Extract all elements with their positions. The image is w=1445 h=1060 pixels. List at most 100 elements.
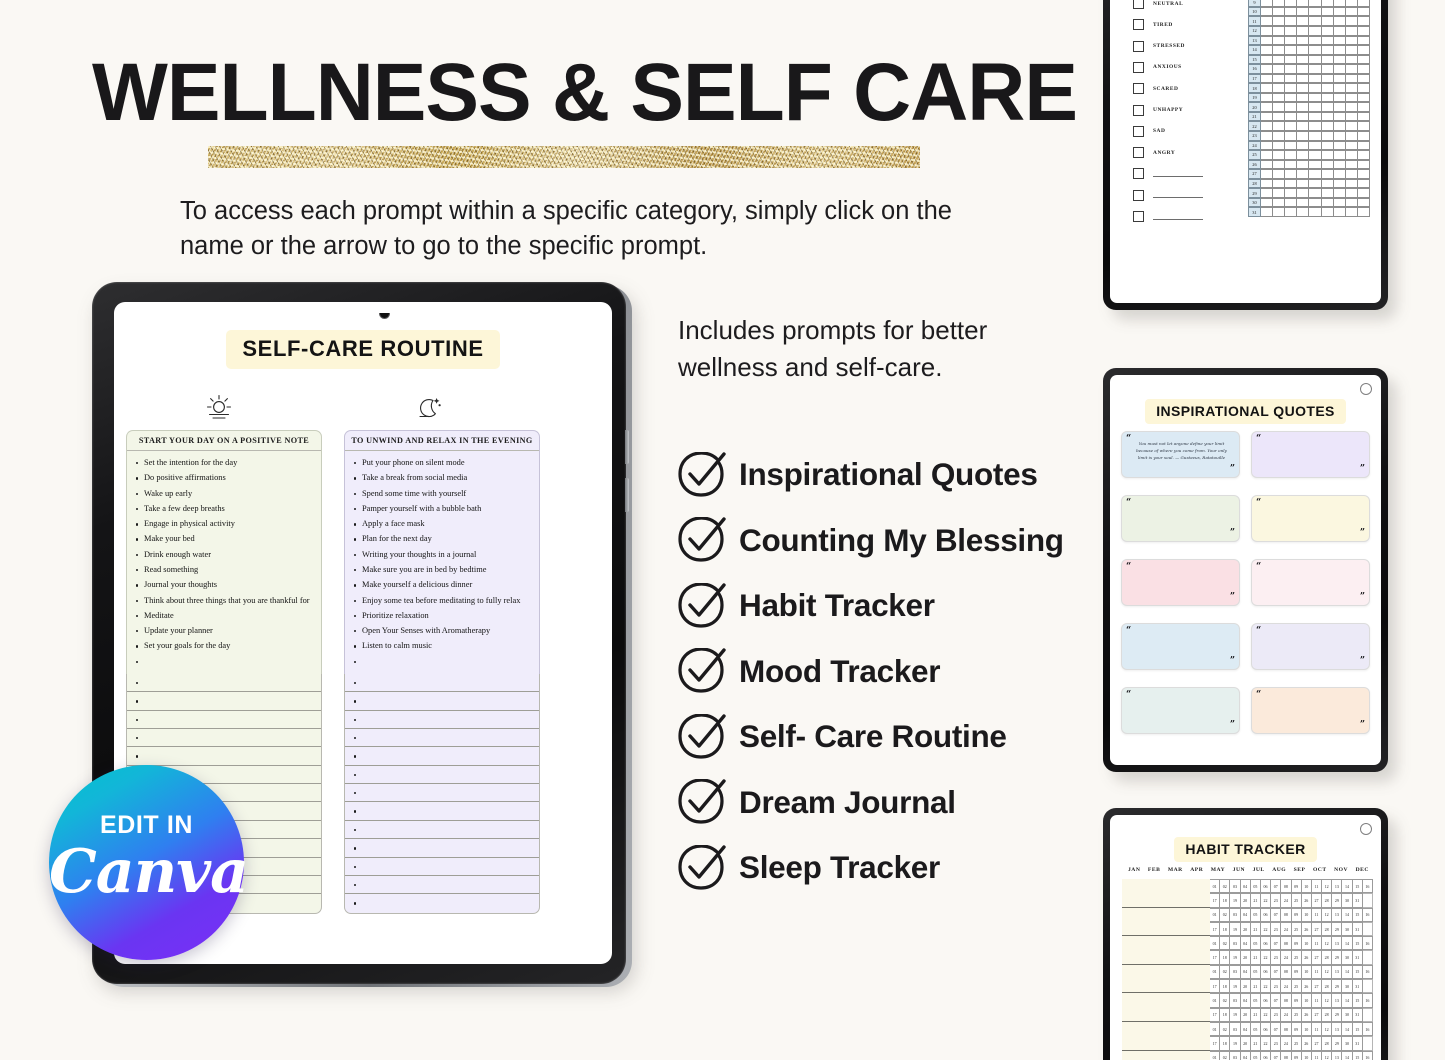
habit-day-cell[interactable]: 22	[1260, 1036, 1272, 1051]
blank-entry-line[interactable]	[345, 692, 539, 711]
habit-day-cell[interactable]: 22	[1260, 893, 1272, 908]
mood-grid-cell[interactable]	[1357, 54, 1370, 65]
habit-day-cell[interactable]: 03	[1230, 964, 1241, 980]
habit-day-cell[interactable]: 04	[1240, 1050, 1251, 1060]
habit-day-cell[interactable]: 23	[1271, 921, 1282, 937]
habit-day-cell[interactable]: 19	[1230, 979, 1241, 994]
habit-day-cell[interactable]: 22	[1260, 950, 1272, 965]
habit-day-cell[interactable]: 01	[1210, 879, 1221, 894]
habit-day-cell[interactable]: 11	[1311, 1021, 1323, 1037]
mood-grid-cell[interactable]	[1357, 64, 1370, 74]
mood-grid-cell[interactable]	[1261, 131, 1274, 141]
mood-grid-cell[interactable]	[1297, 73, 1310, 84]
mood-grid-cell[interactable]	[1333, 45, 1346, 55]
quote-card[interactable]: “”	[1251, 687, 1370, 734]
mood-grid-cell[interactable]	[1285, 92, 1298, 103]
mood-grid-cell[interactable]	[1357, 197, 1370, 208]
evening-blank-lines[interactable]	[344, 673, 540, 914]
mood-grid-cell[interactable]	[1333, 188, 1346, 198]
mood-grid-cell[interactable]	[1345, 102, 1358, 112]
mood-grid-row[interactable]: 17	[1248, 73, 1370, 84]
habit-day-cell[interactable]: 07	[1271, 1021, 1282, 1037]
mood-grid-cell[interactable]	[1357, 121, 1370, 132]
mood-checkbox[interactable]	[1133, 40, 1144, 52]
edit-in-canva-badge[interactable]: EDIT IN Canva	[49, 765, 249, 960]
blank-entry-line[interactable]	[345, 894, 539, 912]
habit-day-cell[interactable]: 17	[1210, 1007, 1221, 1022]
mood-checkbox[interactable]	[1133, 125, 1144, 137]
blank-entry-line[interactable]	[127, 674, 321, 693]
mood-grid-row[interactable]: 28	[1248, 178, 1370, 189]
habit-day-cell[interactable]: 20	[1240, 1007, 1251, 1022]
mood-grid-cell[interactable]	[1285, 16, 1298, 27]
habit-day-cell[interactable]: 15	[1352, 907, 1363, 922]
habit-day-cell[interactable]: 04	[1240, 964, 1251, 980]
mood-grid-cell[interactable]	[1285, 73, 1298, 84]
mood-grid-cell[interactable]	[1297, 16, 1310, 27]
volume-down-button[interactable]	[625, 478, 629, 512]
habit-row[interactable]: 0102030405060708091011121314151617181920…	[1122, 879, 1373, 908]
mood-grid-cell[interactable]	[1357, 0, 1370, 7]
habit-day-cell[interactable]	[1362, 893, 1373, 908]
mood-checkbox[interactable]	[1133, 19, 1144, 31]
mood-blank-line[interactable]	[1153, 192, 1203, 199]
habit-day-cell[interactable]: 15	[1352, 936, 1363, 951]
checklist-item-7[interactable]: Sleep Tracker	[676, 835, 1106, 901]
mood-grid-cell[interactable]	[1321, 150, 1334, 160]
mood-grid-cell[interactable]	[1261, 207, 1274, 217]
mood-grid-row[interactable]: 20	[1248, 102, 1370, 112]
mood-grid-cell[interactable]	[1309, 197, 1322, 208]
mood-checkbox[interactable]	[1133, 0, 1144, 10]
mood-grid-cell[interactable]	[1321, 169, 1334, 179]
mood-grid-row[interactable]: 10	[1248, 6, 1370, 17]
mood-grid-cell[interactable]	[1345, 150, 1358, 160]
mood-grid-cell[interactable]	[1333, 0, 1346, 7]
habit-day-cell[interactable]: 26	[1301, 1007, 1312, 1022]
habit-day-cell[interactable]: 08	[1281, 1050, 1292, 1060]
quote-card[interactable]: “”	[1251, 495, 1370, 542]
habit-day-cell[interactable]: 01	[1210, 907, 1221, 922]
mood-grid-cell[interactable]	[1261, 178, 1274, 189]
mood-grid-cell[interactable]	[1309, 35, 1322, 46]
mood-grid-row[interactable]: 9	[1248, 0, 1370, 7]
mood-grid-cell[interactable]	[1333, 169, 1346, 179]
habit-day-cell[interactable]: 25	[1291, 979, 1302, 994]
habit-day-cell[interactable]: 28	[1322, 921, 1333, 937]
habit-day-cell[interactable]: 28	[1322, 979, 1333, 994]
mood-grid-cell[interactable]	[1309, 102, 1322, 112]
habit-day-cell[interactable]: 09	[1291, 1021, 1302, 1037]
mood-grid-cell[interactable]	[1309, 207, 1322, 217]
mood-grid-cell[interactable]	[1285, 150, 1298, 160]
habit-day-cell[interactable]: 16	[1362, 964, 1373, 980]
habit-day-cell[interactable]: 08	[1281, 907, 1292, 922]
mood-grid-cell[interactable]	[1333, 131, 1346, 141]
mood-day-grid[interactable]: 1234567891011121314151617181920212223242…	[1248, 0, 1370, 217]
mood-grid-cell[interactable]	[1357, 26, 1370, 36]
mood-checkbox[interactable]	[1133, 104, 1144, 116]
habit-day-cell[interactable]: 20	[1240, 950, 1251, 965]
habit-day-cell[interactable]: 23	[1271, 1007, 1282, 1022]
habit-day-cell[interactable]: 30	[1342, 1007, 1353, 1022]
habit-tracker-preview[interactable]: HABIT TRACKER JAN FEB MAR APR MAY JUN JUL AUG SE…	[1103, 808, 1397, 1060]
habit-row[interactable]: 0102030405060708091011121314151617181920…	[1122, 964, 1373, 994]
mood-grid-cell[interactable]	[1273, 83, 1286, 93]
mood-grid-cell[interactable]	[1345, 45, 1358, 55]
mood-grid-cell[interactable]	[1261, 83, 1274, 93]
habit-day-cell[interactable]	[1362, 950, 1373, 965]
mood-grid-cell[interactable]	[1333, 73, 1346, 84]
mood-grid-cell[interactable]	[1345, 73, 1358, 84]
habit-day-cell[interactable]: 18	[1220, 950, 1231, 965]
habit-day-cell[interactable]: 15	[1352, 964, 1363, 980]
habit-day-cell[interactable]: 08	[1281, 879, 1292, 894]
blank-entry-line[interactable]	[127, 711, 321, 729]
habit-day-cell[interactable]: 09	[1291, 936, 1302, 951]
mood-grid-cell[interactable]	[1273, 92, 1286, 103]
mood-grid-cell[interactable]	[1309, 159, 1322, 170]
habit-day-cell[interactable]: 22	[1260, 1007, 1272, 1022]
habit-day-cell[interactable]: 05	[1250, 907, 1261, 922]
habit-day-cell[interactable]: 25	[1291, 893, 1302, 908]
blank-entry-line[interactable]	[345, 821, 539, 840]
mood-grid-cell[interactable]	[1261, 73, 1274, 84]
mood-row-blank[interactable]	[1133, 185, 1241, 206]
habit-day-cell[interactable]: 13	[1332, 907, 1343, 922]
